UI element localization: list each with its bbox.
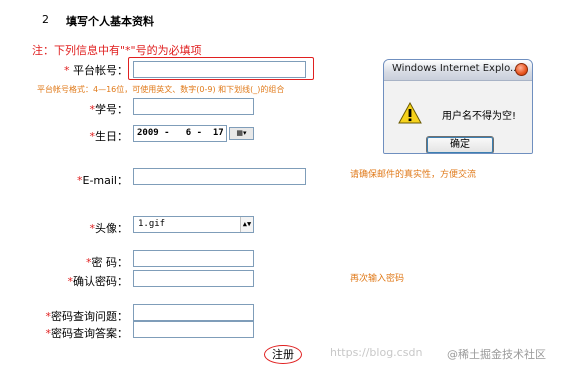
dialog-message: 用户名不得为空!: [442, 111, 517, 122]
dialog-body: 用户名不得为空! 确定: [384, 81, 532, 153]
confirm-password-label: *确认密码：: [67, 275, 129, 288]
confirm-password-input[interactable]: [133, 270, 254, 287]
calendar-dropdown-button[interactable]: ▦▾: [229, 127, 254, 140]
student-id-input[interactable]: [133, 98, 254, 115]
watermark-brand: @稀土掘金技术社区: [447, 348, 546, 361]
security-question-label: *密码查询问题：: [45, 310, 129, 323]
email-hint: 请确保邮件的真实性，方便交流: [350, 170, 477, 180]
account-hint: 平台帐号格式：4—16位，可使用英文、数字(0-9) 和下划线(_)的组合: [37, 85, 285, 94]
required-note: 注：下列信息中有"*"号的为必填项: [32, 44, 202, 57]
register-button[interactable]: 注册: [264, 347, 302, 362]
chevron-down-icon[interactable]: ▲▼: [240, 217, 253, 232]
dialog-titlebar[interactable]: Windows Internet Explo...: [384, 60, 532, 81]
birthday-label: *生日：: [89, 130, 129, 143]
close-icon[interactable]: [515, 63, 528, 76]
required-star: *: [64, 64, 70, 77]
watermark-url: https://blog.csdn: [330, 346, 423, 359]
warning-icon: [398, 102, 422, 124]
birthday-date-field[interactable]: 2009 - 6 - 17: [133, 125, 227, 142]
email-input[interactable]: [133, 168, 306, 185]
student-id-label: *学号：: [89, 103, 129, 116]
email-label: *E-mail：: [77, 174, 128, 187]
section-number: 2: [42, 13, 49, 26]
avatar-select-value: 1.gif: [138, 219, 166, 229]
confirm-password-hint: 再次输入密码: [350, 274, 405, 284]
alert-dialog: Windows Internet Explo... 用户名不得为空! 确定: [383, 59, 533, 154]
account-label: * 平台帐号：: [64, 64, 128, 77]
dialog-ok-button[interactable]: 确定: [426, 136, 494, 153]
password-label: *密 码：: [86, 256, 128, 269]
dialog-title: Windows Internet Explo...: [392, 63, 520, 74]
security-answer-input[interactable]: [133, 321, 254, 338]
password-input[interactable]: [133, 250, 254, 267]
avatar-label: *头像：: [89, 222, 129, 235]
avatar-select[interactable]: 1.gif ▲▼: [133, 216, 254, 233]
security-question-input[interactable]: [133, 304, 254, 321]
security-answer-label: *密码查询答案：: [45, 327, 129, 340]
section-title: 填写个人基本资料: [66, 15, 154, 28]
account-input[interactable]: [133, 61, 306, 78]
